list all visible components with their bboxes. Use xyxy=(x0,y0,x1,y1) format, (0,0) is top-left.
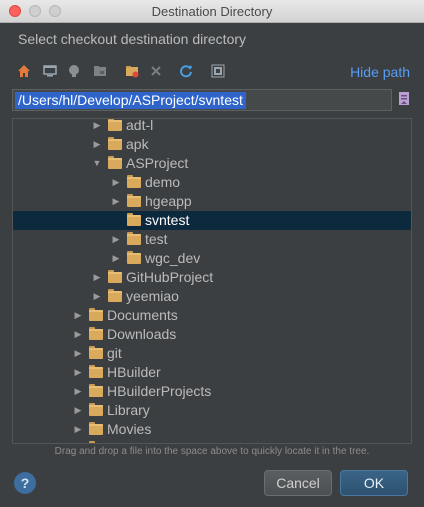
tree-row-label: svntest xyxy=(145,212,190,228)
directory-tree[interactable]: ▶ adt-l ▶ apk ▼ ASProject ▶ demo ▶ hgeapp svntest ▶… xyxy=(12,118,412,444)
expand-arrow-icon[interactable]: ▶ xyxy=(73,325,83,344)
tree-row-label: Music xyxy=(107,439,144,443)
expand-arrow-icon[interactable]: ▶ xyxy=(111,230,121,249)
folder-icon xyxy=(89,403,103,416)
folder-icon xyxy=(89,308,103,321)
folder-icon xyxy=(127,175,141,188)
tree-row[interactable]: ▶ Movies xyxy=(13,420,411,439)
expand-arrow-icon[interactable]: ▶ xyxy=(92,268,102,287)
tree-row-label: wgc_dev xyxy=(145,250,201,266)
tree-row-label: yeemiao xyxy=(126,288,179,304)
window-title: Destination Directory xyxy=(151,4,273,19)
tree-row[interactable]: ▶ wgc_dev xyxy=(13,249,411,268)
folder-icon xyxy=(127,213,141,226)
tree-row-label: Movies xyxy=(107,421,152,437)
show-hidden-icon[interactable] xyxy=(210,63,226,79)
collapse-arrow-icon[interactable]: ▼ xyxy=(92,154,102,173)
tree-row[interactable]: svntest xyxy=(13,211,411,230)
tree-row-label: ASProject xyxy=(126,155,189,171)
expand-arrow-icon[interactable]: ▶ xyxy=(111,249,121,268)
path-value: /Users/hl/Develop/ASProject/svntest xyxy=(15,92,246,109)
refresh-icon[interactable] xyxy=(178,63,194,79)
tree-row[interactable]: ▶ Documents xyxy=(13,306,411,325)
tree-row[interactable]: ▶ HBuilderProjects xyxy=(13,382,411,401)
path-input[interactable]: /Users/hl/Develop/ASProject/svntest xyxy=(12,89,392,111)
folder-icon xyxy=(89,441,95,443)
tree-row-label: demo xyxy=(145,174,181,190)
tree-row[interactable]: ▶ git xyxy=(13,344,411,363)
folder-icon xyxy=(127,232,141,245)
tree-row-label: apk xyxy=(126,136,149,152)
expand-arrow-icon[interactable]: ▶ xyxy=(73,401,83,420)
dialog-subtitle: Select checkout destination directory xyxy=(18,31,247,47)
tree-row-label: Downloads xyxy=(107,326,177,342)
tree-row[interactable]: ▶ HBuilder xyxy=(13,363,411,382)
tree-row-label: Library xyxy=(107,402,150,418)
tree-row[interactable]: ▶ test xyxy=(13,230,411,249)
expand-arrow-icon[interactable]: ▶ xyxy=(92,135,102,154)
tree-row-label: Documents xyxy=(107,307,178,323)
module-icon[interactable] xyxy=(92,63,108,79)
project-icon[interactable] xyxy=(66,63,82,79)
expand-arrow-icon[interactable]: ▶ xyxy=(73,306,83,325)
hide-path-link[interactable]: Hide path xyxy=(350,64,410,80)
expand-arrow-icon[interactable]: ▶ xyxy=(111,192,121,211)
expand-arrow-icon[interactable]: ▶ xyxy=(73,420,83,439)
folder-icon xyxy=(127,194,141,207)
tree-row[interactable]: ▶ yeemiao xyxy=(13,287,411,306)
delete-icon[interactable] xyxy=(148,63,164,79)
expand-arrow-icon[interactable]: ▶ xyxy=(111,173,121,192)
folder-icon xyxy=(89,384,103,397)
folder-icon xyxy=(108,156,122,169)
path-history-icon[interactable] xyxy=(397,91,411,107)
tree-row[interactable]: ▶ Music xyxy=(13,439,411,443)
expand-arrow-icon[interactable]: ▶ xyxy=(92,287,102,306)
folder-icon xyxy=(108,137,122,150)
tree-row-label: hgeapp xyxy=(145,193,192,209)
folder-icon xyxy=(108,119,122,131)
home-icon[interactable] xyxy=(16,63,32,79)
tree-row-label: git xyxy=(107,345,122,361)
tree-row-label: adt-l xyxy=(126,118,154,133)
expand-arrow-icon[interactable]: ▶ xyxy=(73,363,83,382)
drag-drop-hint: Drag and drop a file into the space abov… xyxy=(54,446,370,457)
ok-button[interactable]: OK xyxy=(340,470,408,496)
tree-row[interactable]: ▶ GitHubProject xyxy=(13,268,411,287)
tree-row[interactable]: ▶ adt-l xyxy=(13,118,411,135)
expand-arrow-icon[interactable]: ▶ xyxy=(92,119,102,135)
tree-row-label: test xyxy=(145,231,168,247)
folder-icon xyxy=(89,327,103,340)
tree-row-label: GitHubProject xyxy=(126,269,214,285)
tree-row[interactable]: ▶ Library xyxy=(13,401,411,420)
folder-icon xyxy=(89,422,103,435)
expand-arrow-icon[interactable]: ▶ xyxy=(73,439,83,443)
tree-row-label: HBuilder xyxy=(107,364,161,380)
tree-row[interactable]: ▼ ASProject xyxy=(13,154,411,173)
help-button[interactable]: ? xyxy=(14,472,36,494)
folder-icon xyxy=(127,251,141,264)
expand-arrow-icon[interactable]: ▶ xyxy=(73,382,83,401)
new-folder-icon[interactable] xyxy=(124,63,140,79)
tree-row[interactable]: ▶ Downloads xyxy=(13,325,411,344)
tree-row[interactable]: ▶ demo xyxy=(13,173,411,192)
folder-icon xyxy=(108,289,122,302)
desktop-icon[interactable] xyxy=(42,63,58,79)
expand-arrow-icon[interactable]: ▶ xyxy=(73,344,83,363)
cancel-button[interactable]: Cancel xyxy=(264,470,332,496)
folder-icon xyxy=(89,365,103,378)
tree-row[interactable]: ▶ apk xyxy=(13,135,411,154)
title-bar: Destination Directory xyxy=(0,0,424,23)
tree-row-label: HBuilderProjects xyxy=(107,383,212,399)
folder-icon xyxy=(89,346,103,359)
tree-row[interactable]: ▶ hgeapp xyxy=(13,192,411,211)
folder-icon xyxy=(108,270,122,283)
